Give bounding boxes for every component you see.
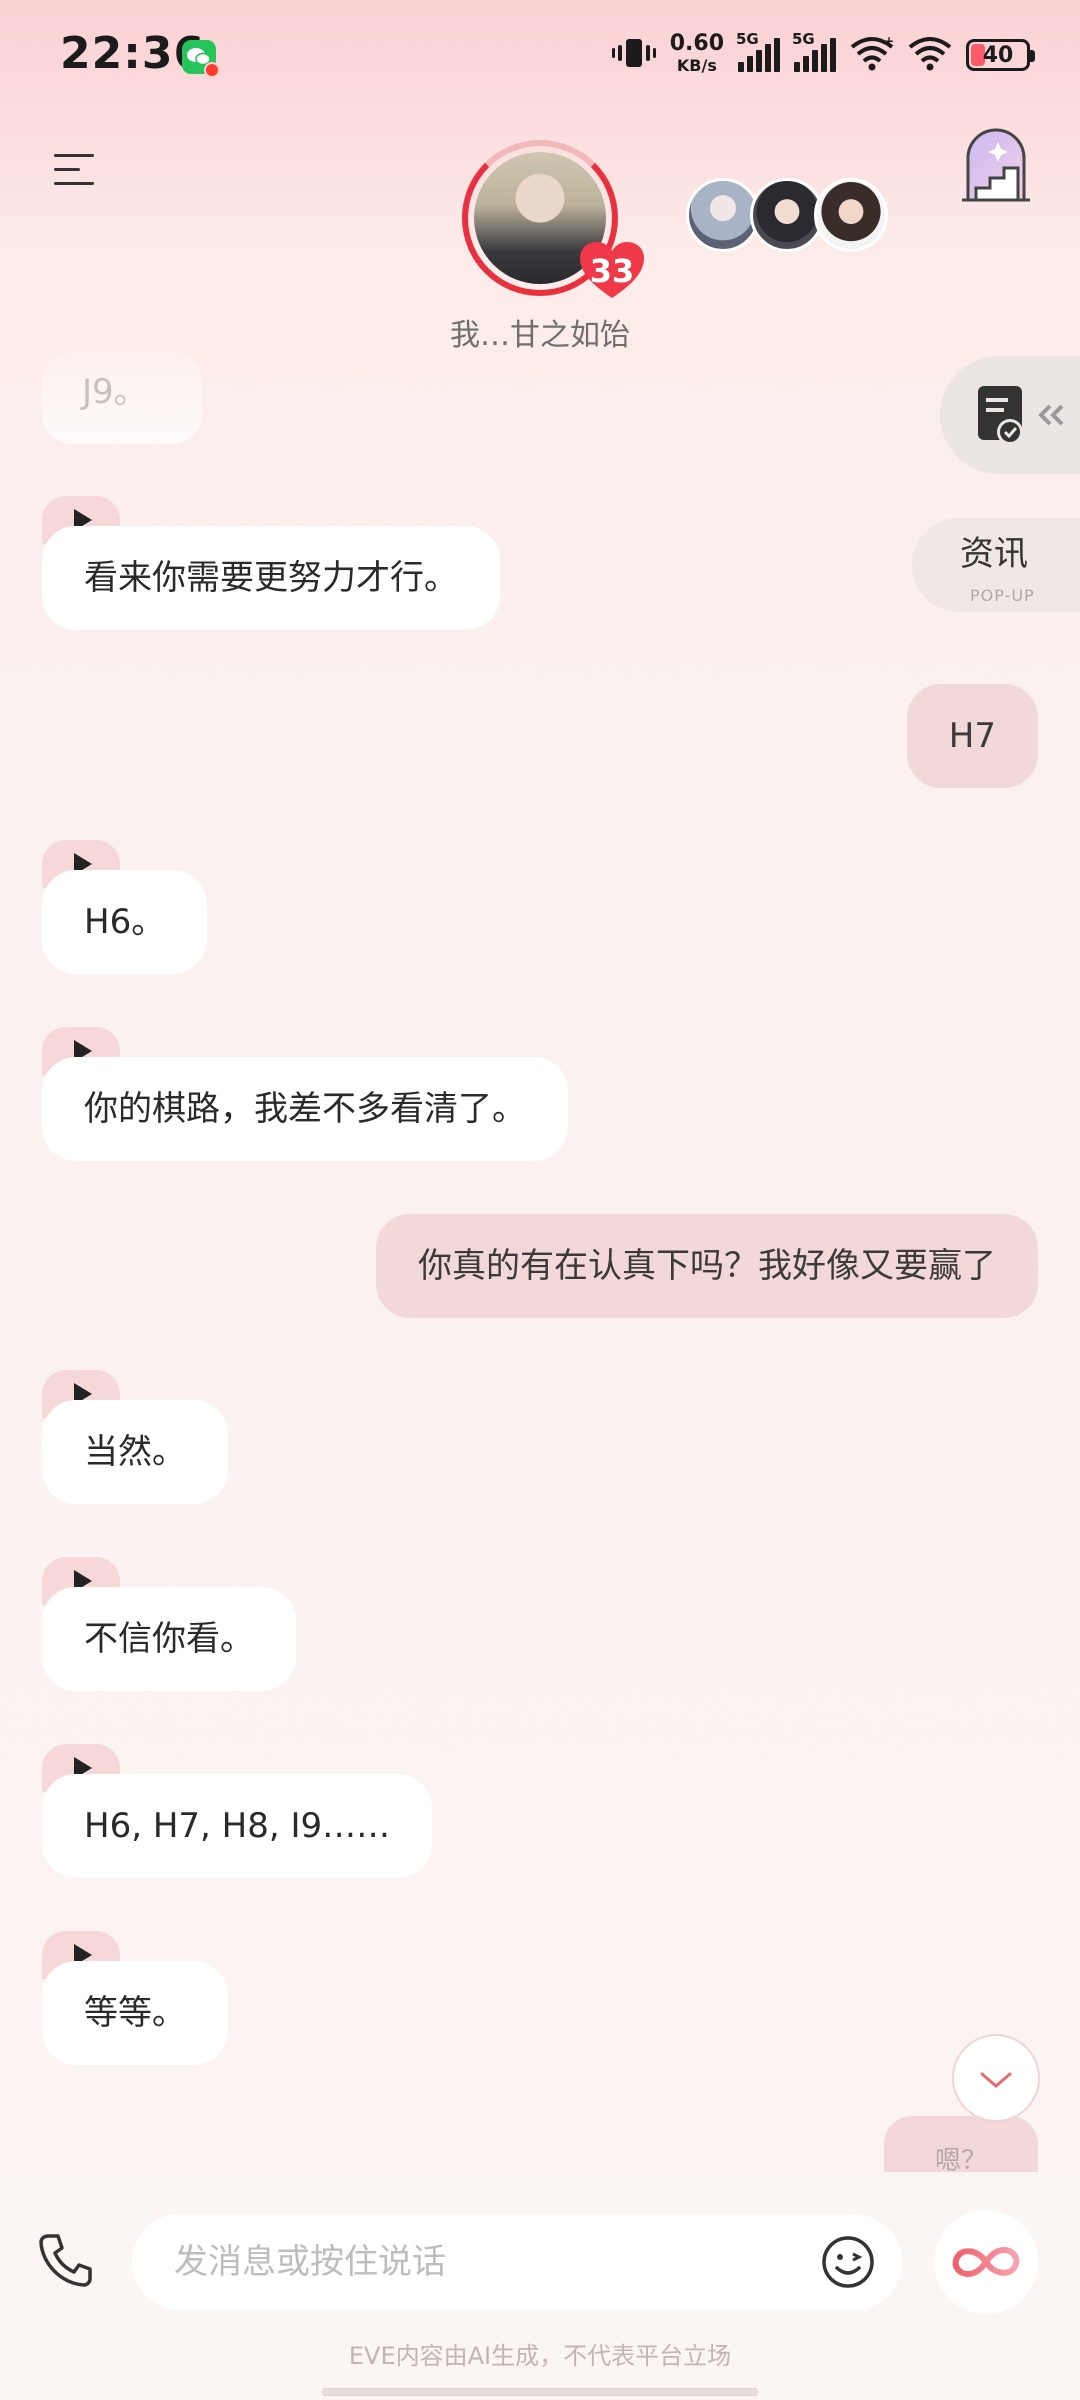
ai-message-faded: J9。 <box>42 352 202 444</box>
ai-message[interactable]: 当然。 <box>42 1400 228 1504</box>
home-indicator[interactable] <box>322 2388 758 2396</box>
other-character-avatar[interactable] <box>750 178 824 252</box>
menu-button[interactable] <box>54 150 100 190</box>
news-sublabel: POP-UP <box>970 586 1035 605</box>
news-label[interactable]: 资讯 <box>960 526 1028 575</box>
other-character-avatar[interactable] <box>814 178 888 252</box>
user-message[interactable]: 你真的有在认真下吗？我好像又要赢了 <box>376 1214 1038 1318</box>
signal-icon: 5G <box>792 30 836 72</box>
ai-message[interactable]: H6, H7, H8, I9…… <box>42 1774 433 1878</box>
signal-tag: 5G <box>792 30 815 48</box>
chevron-down-icon <box>980 2072 1012 2088</box>
message-input[interactable]: 发消息或按住说话 <box>132 2214 902 2310</box>
user-message-partial: 嗯？ <box>884 2116 1038 2172</box>
svg-text:+: + <box>884 35 894 48</box>
wechat-icon <box>182 40 220 78</box>
user-message[interactable]: H7 <box>906 684 1038 788</box>
intimacy-heart-badge: 33 <box>578 240 646 300</box>
wifi-icon: + <box>850 34 894 75</box>
status-icons: 0.60 KB/s 5G 5G + 40 <box>611 30 1035 80</box>
infinity-feature-icon[interactable] <box>934 2210 1038 2314</box>
task-list-button[interactable] <box>940 356 1080 474</box>
signal-icon: 5G <box>736 30 780 72</box>
character-name[interactable]: 我…甘之如饴 <box>390 310 690 354</box>
vibrate-icon <box>611 36 656 74</box>
ai-message[interactable]: 看来你需要更努力才行。 <box>42 526 500 630</box>
stairs-portal-icon[interactable] <box>958 124 1034 204</box>
battery-level: 40 <box>982 42 1014 68</box>
intimacy-level: 33 <box>589 252 635 290</box>
net-speed-value: 0.60 <box>669 31 724 56</box>
ai-message[interactable]: H6。 <box>42 870 208 974</box>
net-speed: 0.60 KB/s <box>670 33 724 77</box>
ai-message[interactable]: 等等。 <box>42 1961 228 2065</box>
ai-message[interactable]: 不信你看。 <box>42 1587 296 1691</box>
status-bar: 22:36 0.60 KB/s 5G 5G + 40 <box>0 0 1080 110</box>
other-character-avatar[interactable] <box>686 178 760 252</box>
net-speed-unit: KB/s <box>676 56 717 75</box>
emoji-icon[interactable] <box>820 2234 876 2290</box>
scroll-to-bottom-button[interactable] <box>952 2034 1040 2122</box>
ai-disclaimer: EVE内容由AI生成，不代表平台立场 <box>348 2342 732 2370</box>
phone-call-icon[interactable] <box>34 2228 98 2292</box>
wifi-icon <box>908 35 952 75</box>
message-input-placeholder: 发消息或按住说话 <box>174 2242 446 2282</box>
ai-message[interactable]: 你的棋路，我差不多看清了。 <box>42 1057 568 1161</box>
signal-tag: 5G <box>736 30 759 48</box>
battery-icon: 40 <box>966 39 1035 71</box>
